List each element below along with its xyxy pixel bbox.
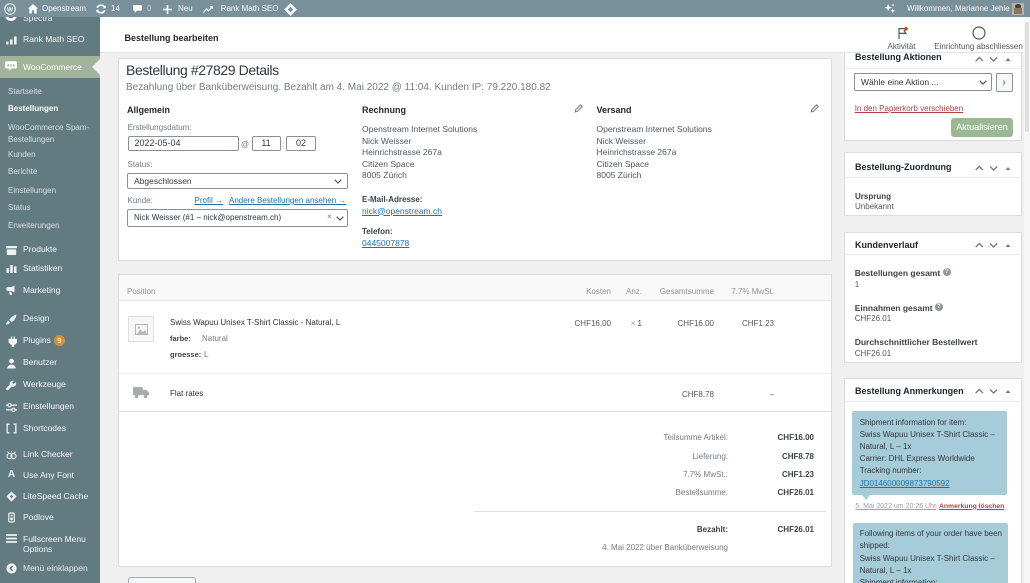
svg-text:W: W [7,6,14,13]
